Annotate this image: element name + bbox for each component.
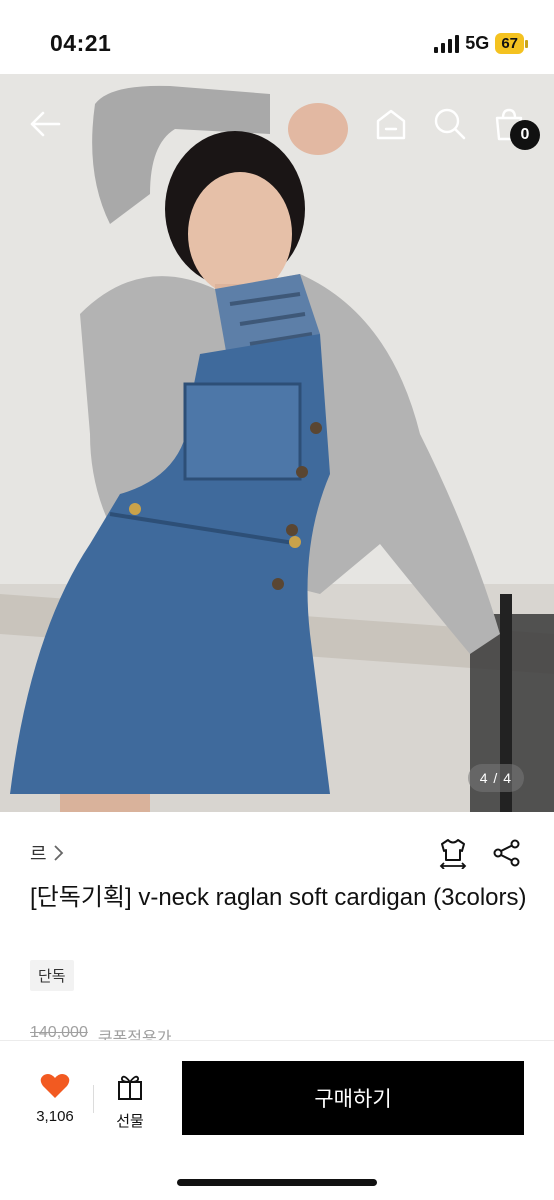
network-type: 5G (465, 33, 490, 53)
exclusive-tag: 단독 (30, 960, 74, 991)
status-time: 04:21 (50, 30, 112, 56)
signal-icon (434, 34, 460, 53)
home-icon (376, 109, 406, 140)
share-icon (493, 839, 520, 867)
product-image-carousel[interactable]: 0 4 / 4 (0, 74, 554, 812)
divider (93, 1085, 94, 1113)
like-button[interactable]: 3,106 (30, 1073, 80, 1125)
back-button[interactable] (23, 102, 67, 146)
status-bar: 04:21 5G 67 (0, 0, 554, 74)
like-count: 3,106 (36, 1108, 74, 1125)
battery-indicator: 67 (495, 33, 528, 54)
product-photo (0, 74, 554, 812)
search-button[interactable] (428, 102, 472, 146)
brand-name: 르 (30, 844, 47, 864)
buy-button[interactable]: 구매하기 (182, 1061, 524, 1135)
top-navigation: 0 (0, 88, 554, 150)
gift-icon (118, 1075, 142, 1100)
product-actions (436, 836, 524, 870)
gift-button[interactable]: 선물 (108, 1073, 152, 1131)
share-button[interactable] (490, 836, 524, 870)
purchase-bar: 3,106 선물 구매하기 (0, 1040, 554, 1200)
home-button[interactable] (369, 102, 413, 146)
status-indicators: 5G 67 (434, 33, 528, 54)
chevron-right-icon (53, 845, 63, 861)
product-title: [단독기획] v-neck raglan soft cardigan (3col… (30, 884, 527, 911)
brand-link[interactable]: 르 (30, 840, 65, 866)
gift-label: 선물 (116, 1113, 144, 1130)
back-arrow-icon (30, 111, 61, 137)
try-on-shirt-icon (439, 839, 467, 869)
home-indicator (177, 1179, 377, 1186)
search-icon (434, 108, 466, 140)
image-page-indicator: 4 / 4 (467, 764, 524, 792)
cart-count-badge: 0 (510, 120, 540, 150)
try-on-button[interactable] (436, 836, 470, 870)
heart-icon (40, 1074, 70, 1098)
